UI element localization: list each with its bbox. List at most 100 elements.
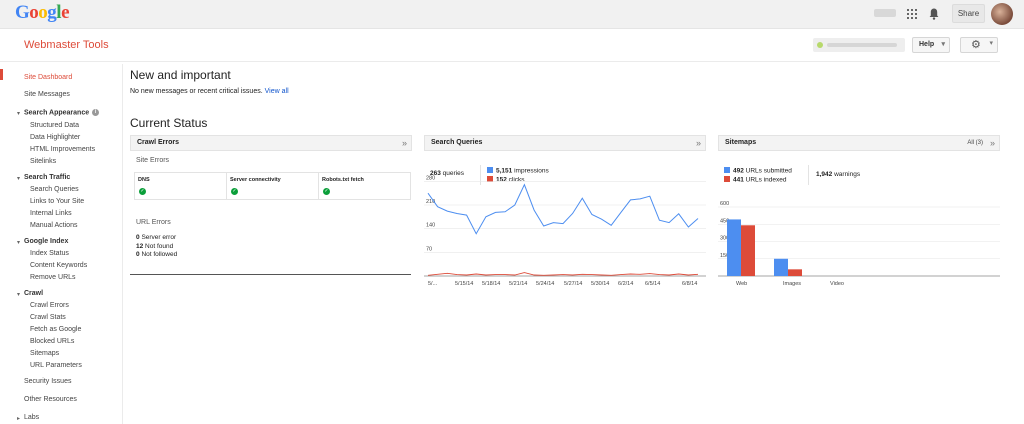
sidebar-item-labs[interactable]: Labs xyxy=(24,414,39,421)
sidebar-item-label: Manual Actions xyxy=(30,222,78,229)
notifications-bell-icon[interactable] xyxy=(929,8,939,20)
double-chevron-right-icon[interactable]: » xyxy=(402,136,407,150)
sidebar-item-site-dashboard[interactable]: Site Dashboard xyxy=(24,74,72,81)
gear-icon: ⚙ xyxy=(971,39,981,51)
help-button[interactable]: Help xyxy=(912,37,950,53)
sidebar-item-label: Site Messages xyxy=(24,91,70,98)
caret-down-icon[interactable]: ▾ xyxy=(17,110,20,117)
sidebar-item-label: Search Traffic xyxy=(24,174,71,181)
info-icon[interactable]: i xyxy=(92,109,100,116)
x-tick-label: 5/30/14 xyxy=(591,281,609,287)
avatar[interactable] xyxy=(991,3,1013,25)
series-line-impressions xyxy=(427,183,699,235)
sidebar-item-sitelinks[interactable]: Sitelinks xyxy=(30,158,56,165)
sidebar-item-label: Site Dashboard xyxy=(24,74,73,81)
y-tick-label: 140 xyxy=(426,223,435,229)
x-tick-label: 5/21/14 xyxy=(509,281,527,287)
caret-down-icon[interactable]: ▾ xyxy=(17,291,20,298)
sidebar-nav: Site Dashboard Site Messages ▾ Search Appea… xyxy=(0,64,123,424)
account-name[interactable] xyxy=(874,9,896,17)
active-indicator xyxy=(0,69,3,80)
sidebar-item-label: Crawl Errors xyxy=(30,302,69,309)
sidebar-item-index-status[interactable]: Index Status xyxy=(30,250,69,257)
sidebar-item-internal-links[interactable]: Internal Links xyxy=(30,210,72,217)
site-errors-label: Site Errors xyxy=(136,157,170,164)
settings-button[interactable]: ⚙ ▾ xyxy=(960,37,998,53)
sidebar-item-remove-urls[interactable]: Remove URLs xyxy=(30,274,76,281)
logo-letter: g xyxy=(47,2,57,23)
sidebar-item-label: Search Queries xyxy=(30,186,79,193)
x-tick-label: 5/24/14 xyxy=(536,281,554,287)
url-errors-stats: 0 Server error 12 Not found 0 Not follow… xyxy=(136,234,177,260)
sidebar-item-html-improvements[interactable]: HTML Improvements xyxy=(30,146,95,153)
sidebar-item-search-queries[interactable]: Search Queries xyxy=(30,186,79,193)
sidebar-item-security-issues[interactable]: Security Issues xyxy=(24,378,71,385)
check-ok-icon: ✓ xyxy=(231,188,238,195)
sidebar-item-search-appearance[interactable]: Search Appearance i xyxy=(24,109,100,116)
apps-grid-icon[interactable] xyxy=(907,9,917,19)
sidebar-item-label: Other Resources xyxy=(24,396,77,403)
sidebar-item-url-parameters[interactable]: URL Parameters xyxy=(30,362,82,369)
sidebar-item-data-highlighter[interactable]: Data Highlighter xyxy=(30,134,80,141)
sidebar-item-blocked-urls[interactable]: Blocked URLs xyxy=(30,338,74,345)
view-all-link[interactable]: View all xyxy=(265,88,289,95)
crawl-errors-title: Crawl Errors xyxy=(137,139,180,146)
caret-right-icon[interactable]: ▸ xyxy=(17,415,20,422)
sidebar-item-label: Data Highlighter xyxy=(30,134,81,141)
caret-down-icon[interactable]: ▾ xyxy=(17,175,20,182)
bar-images-0 xyxy=(774,258,788,276)
sidebar-item-label: Crawl xyxy=(24,290,44,297)
stat-not-followed: 0 Not followed xyxy=(136,251,178,258)
sidebar-item-crawl[interactable]: Crawl xyxy=(24,290,43,297)
sidebar-item-label: Fetch as Google xyxy=(30,326,82,333)
google-logo[interactable]: Google xyxy=(15,2,69,24)
sidebar-item-search-traffic[interactable]: Search Traffic xyxy=(24,174,70,181)
sitemaps-chart: 600450300150Web Images Video xyxy=(718,201,1000,287)
x-tick-label: Web xyxy=(736,281,747,287)
sidebar-item-label: Index Status xyxy=(30,250,69,257)
bar-web-0 xyxy=(727,219,741,276)
sidebar-item-label: Crawl Stats xyxy=(30,314,66,321)
url-errors-label: URL Errors xyxy=(136,219,171,226)
top-bar: Google Share xyxy=(0,0,1024,29)
robots-fetch-cell: Robots.txt fetch ✓ xyxy=(319,173,410,199)
sidebar-item-label: HTML Improvements xyxy=(30,146,96,153)
x-tick-label: 5/15/14 xyxy=(455,281,473,287)
sidebar-item-crawl-stats[interactable]: Crawl Stats xyxy=(30,314,66,321)
stat-server-error: 0 Server error xyxy=(136,234,177,241)
site-selector[interactable] xyxy=(813,38,905,52)
x-tick-label: 6/5/14 xyxy=(645,281,660,287)
dns-label: DNS xyxy=(138,177,150,183)
logo-letter: G xyxy=(15,2,30,23)
logo-letter: o xyxy=(29,2,39,23)
sidebar-item-site-messages[interactable]: Site Messages xyxy=(24,91,70,98)
share-button[interactable]: Share xyxy=(952,4,985,23)
sidebar-item-fetch-as-google[interactable]: Fetch as Google xyxy=(30,326,81,333)
sidebar-item-crawl-errors[interactable]: Crawl Errors xyxy=(30,302,69,309)
sidebar-item-other-resources[interactable]: Other Resources xyxy=(24,396,77,403)
product-title[interactable]: Webmaster Tools xyxy=(24,39,109,51)
search-queries-card: Search Queries » 263 queries 5,151 impre… xyxy=(424,135,706,287)
crawl-errors-card: Crawl Errors » Site Errors DNS ✓ Server … xyxy=(130,135,412,285)
sidebar-item-content-keywords[interactable]: Content Keywords xyxy=(30,262,87,269)
new-important-message: No new messages or recent critical issue… xyxy=(130,88,289,95)
sidebar-item-label: Internal Links xyxy=(30,210,72,217)
dns-cell: DNS ✓ xyxy=(135,173,227,199)
sidebar-item-label: Blocked URLs xyxy=(30,338,75,345)
x-tick-label: 6/2/14 xyxy=(618,281,633,287)
sidebar-item-sitemaps[interactable]: Sitemaps xyxy=(30,350,59,357)
sidebar-item-manual-actions[interactable]: Manual Actions xyxy=(30,222,77,229)
sidebar-item-google-index[interactable]: Google Index xyxy=(24,238,68,245)
new-important-heading: New and important xyxy=(130,68,231,82)
crawl-errors-header[interactable]: Crawl Errors » xyxy=(130,135,412,151)
sidebar-item-label: Google Index xyxy=(24,238,69,245)
y-tick-label: 70 xyxy=(426,246,432,252)
bar-web-1 xyxy=(741,225,755,276)
search-queries-chart: 280210140705/... 5/15/14 5/18/14 5/21/14 5/2… xyxy=(424,175,706,287)
sidebar-item-links-to-your-site[interactable]: Links to Your Site xyxy=(30,198,84,205)
bar-images-1 xyxy=(788,269,802,276)
sidebar-item-structured-data[interactable]: Structured Data xyxy=(30,122,79,129)
caret-down-icon[interactable]: ▾ xyxy=(17,239,20,246)
header-divider xyxy=(0,61,1000,62)
card-bottom-rule xyxy=(130,274,411,275)
